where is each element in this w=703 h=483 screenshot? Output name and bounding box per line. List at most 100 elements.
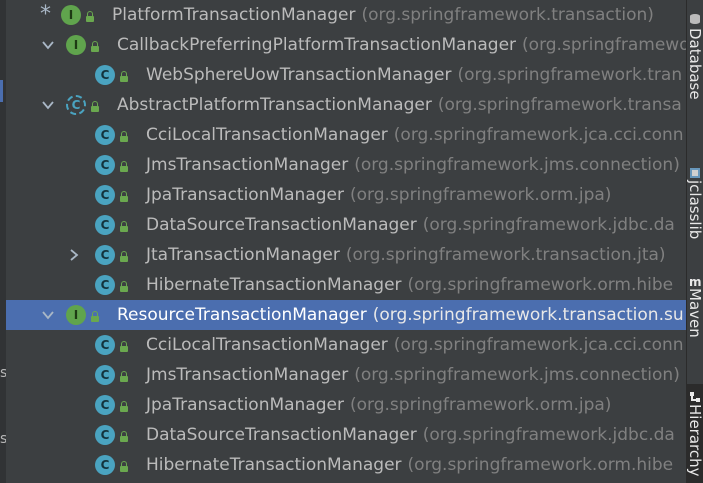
- tool-window-tab-hierarchy[interactable]: Hierarchy: [686, 384, 703, 483]
- type-letter: I: [66, 35, 86, 55]
- chevron-down-icon[interactable]: [40, 97, 56, 113]
- public-lock-icon: [91, 101, 99, 112]
- abstract-class-icon: C: [66, 95, 99, 115]
- tool-window-tab-jclasslib[interactable]: jclasslib: [686, 160, 703, 260]
- class-icon: C: [95, 395, 128, 415]
- public-lock-icon: [86, 11, 94, 22]
- type-letter: I: [61, 5, 81, 25]
- tool-window-tab-label: jclasslib: [686, 180, 703, 240]
- tree-row[interactable]: C WebSphereUowTransactionManager (org.spri…: [6, 60, 686, 90]
- tree-row[interactable]: C JmsTransactionManager (org.springframewo…: [6, 360, 686, 390]
- class-icon: C: [95, 365, 128, 385]
- type-name: JtaTransactionManager (org.springframewor…: [146, 240, 666, 270]
- tree-row[interactable]: C AbstractPlatformTransactionManager (org.…: [6, 90, 686, 120]
- tool-window-tab-database[interactable]: Database: [686, 0, 703, 140]
- class-icon: C: [95, 125, 128, 145]
- type-letter: C: [95, 245, 115, 265]
- tree-row[interactable]: C JpaTransactionManager (org.springframewo…: [6, 180, 686, 210]
- type-name: ResourceTransactionManager (org.springfra…: [117, 300, 684, 330]
- tool-window-tab-maven[interactable]: m Maven: [686, 268, 703, 368]
- public-lock-icon: [120, 401, 128, 412]
- class-name-text: HibernateTransactionManager: [146, 275, 402, 295]
- type-name: DataSourceTransactionManager (org.springf…: [146, 420, 675, 450]
- type-name: JpaTransactionManager (org.springframewor…: [146, 390, 611, 420]
- package-name-text: (org.springframework.orm.hibe: [407, 455, 674, 475]
- package-name-text: (org.springframework.jdbc.da: [422, 215, 675, 235]
- tree-row[interactable]: C HibernateTransactionManager (org.springf…: [6, 270, 686, 300]
- tree-row[interactable]: C JpaTransactionManager (org.springframewo…: [6, 390, 686, 420]
- public-lock-icon: [120, 251, 128, 262]
- tree-row[interactable]: * I PlatformTransactionManager (org.springf…: [6, 0, 686, 30]
- class-name-text: JmsTransactionManager: [146, 155, 349, 175]
- type-letter: C: [95, 215, 115, 235]
- class-name-text: PlatformTransactionManager: [112, 5, 356, 25]
- type-name: CciLocalTransactionManager (org.springfra…: [146, 330, 684, 360]
- type-name: WebSphereUowTransactionManager (org.sprin…: [146, 60, 682, 90]
- package-name-text: (org.springframework.jca.cci.conn: [393, 335, 684, 355]
- tool-window-tab-label: Maven: [686, 288, 703, 338]
- class-name-text: DataSourceTransactionManager: [146, 215, 417, 235]
- tree-row[interactable]: C CciLocalTransactionManager (org.springfr…: [6, 330, 686, 360]
- tree-row[interactable]: C HibernateTransactionManager (org.springf…: [6, 450, 686, 480]
- class-name-text: JtaTransactionManager: [146, 245, 340, 265]
- class-name-text: AbstractPlatformTransactionManager: [117, 95, 432, 115]
- package-name-text: (org.springframework.transaction): [361, 5, 654, 25]
- tree-row[interactable]: I ResourceTransactionManager (org.springfr…: [6, 300, 686, 330]
- public-lock-icon: [120, 341, 128, 352]
- maven-icon: m: [689, 272, 702, 289]
- type-letter: C: [95, 275, 115, 295]
- public-lock-icon: [120, 221, 128, 232]
- left-selection-marker: [0, 80, 3, 102]
- package-name-text: (org.springframework.transa: [437, 95, 682, 115]
- class-icon: C: [95, 155, 128, 175]
- chevron-right-icon[interactable]: [66, 247, 82, 263]
- hierarchy-tree[interactable]: * I PlatformTransactionManager (org.springf…: [6, 0, 686, 483]
- tree-row[interactable]: C CciLocalTransactionManager (org.springfr…: [6, 120, 686, 150]
- tree-row[interactable]: C DataSourceTransactionManager (org.spring…: [6, 420, 686, 450]
- class-name-text: CallbackPreferringPlatformTransactionMan…: [117, 35, 517, 55]
- type-letter: C: [95, 395, 115, 415]
- type-name: JpaTransactionManager (org.springframewor…: [146, 180, 611, 210]
- type-name: AbstractPlatformTransactionManager (org.s…: [117, 90, 682, 120]
- public-lock-icon: [120, 191, 128, 202]
- chevron-down-icon[interactable]: [40, 307, 56, 323]
- class-icon: C: [95, 335, 128, 355]
- class-name-text: HibernateTransactionManager: [146, 455, 402, 475]
- class-icon: C: [95, 425, 128, 445]
- hierarchy-icon: [689, 388, 701, 402]
- type-name: CciLocalTransactionManager (org.springfra…: [146, 120, 684, 150]
- type-letter: C: [95, 155, 115, 175]
- chevron-down-icon[interactable]: [40, 37, 56, 53]
- class-icon: C: [95, 65, 128, 85]
- tree-row[interactable]: C DataSourceTransactionManager (org.spring…: [6, 210, 686, 240]
- tree-row[interactable]: C JmsTransactionManager (org.springframewo…: [6, 150, 686, 180]
- public-lock-icon: [120, 131, 128, 142]
- public-lock-icon: [91, 41, 99, 52]
- public-lock-icon: [120, 281, 128, 292]
- package-name-text: (org.springframework.jdbc.da: [422, 425, 675, 445]
- package-name-text: (org.springframework.orm.hibe: [407, 275, 674, 295]
- type-name: CallbackPreferringPlatformTransactionMan…: [117, 30, 686, 60]
- package-name-text: (org.springframework.tran: [457, 65, 683, 85]
- type-name: DataSourceTransactionManager (org.springf…: [146, 210, 675, 240]
- type-name: HibernateTransactionManager (org.springfr…: [146, 450, 673, 480]
- package-name-text: (org.springframework.jca.cci.conn: [393, 125, 684, 145]
- type-name: JmsTransactionManager (org.springframewor…: [146, 360, 680, 390]
- type-name: PlatformTransactionManager (org.springfra…: [112, 0, 654, 30]
- class-name-text: CciLocalTransactionManager: [146, 125, 388, 145]
- type-letter: C: [95, 455, 115, 475]
- type-letter: C: [95, 335, 115, 355]
- type-letter: C: [95, 425, 115, 445]
- type-letter: C: [95, 365, 115, 385]
- package-name-text: (org.springframework.orm.jpa): [350, 395, 612, 415]
- type-name: HibernateTransactionManager (org.springfr…: [146, 270, 673, 300]
- class-icon: C: [95, 455, 128, 475]
- class-icon: C: [95, 275, 128, 295]
- package-name-text: (org.springframework: [522, 35, 686, 55]
- class-name-text: JpaTransactionManager: [146, 395, 344, 415]
- type-letter: C: [66, 95, 86, 115]
- tree-row[interactable]: C JtaTransactionManager (org.springframewo…: [6, 240, 686, 270]
- tree-row[interactable]: I CallbackPreferringPlatformTransactionMa…: [6, 30, 686, 60]
- focus-star-icon: *: [40, 2, 51, 27]
- jclasslib-icon: [689, 164, 701, 178]
